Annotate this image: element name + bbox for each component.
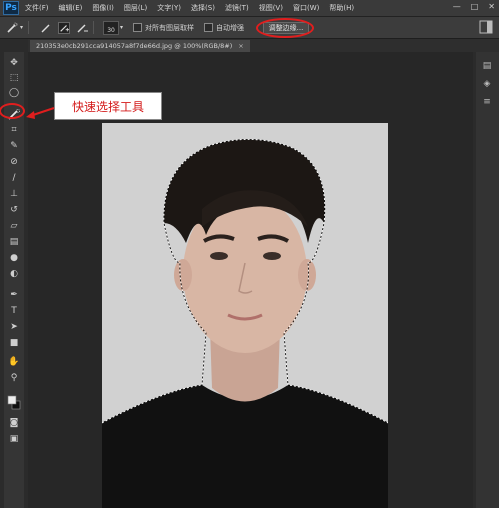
pen-icon[interactable]: ✒: [7, 290, 21, 301]
right-panel-dock: ▤ ◈ ≡: [476, 52, 499, 508]
minimize-button[interactable]: —: [453, 2, 461, 11]
separator: [93, 21, 95, 34]
tools-panel: ✥ ⬚ ◯ ⌗ ✎ ⊘ ∕ ⊥ ↺ ▱ ▤ ● ◐ ✒ T ➤ ■ ✋ ⚲ ◙ …: [4, 52, 24, 508]
menu-view[interactable]: 视图(V): [259, 3, 283, 13]
preset-dropdown-arrow-icon[interactable]: ▾: [20, 24, 23, 31]
crop-icon[interactable]: ⌗: [7, 125, 21, 136]
brush-icon[interactable]: ∕: [7, 173, 21, 184]
eyedropper-icon[interactable]: ✎: [7, 141, 21, 152]
portrait-photo[interactable]: [102, 123, 388, 508]
eraser-icon[interactable]: ▱: [7, 221, 21, 232]
brush-size-picker[interactable]: 30: [103, 20, 120, 35]
restore-button[interactable]: □: [471, 2, 479, 11]
layers-panel-icon[interactable]: ≡: [481, 96, 493, 108]
properties-panel-icon[interactable]: ◈: [481, 78, 493, 90]
gradient-icon[interactable]: ▤: [7, 237, 21, 248]
color-swatches-icon[interactable]: [7, 395, 21, 411]
menu-bar: Ps 文件(F) 编辑(E) 图像(I) 图层(L) 文字(Y) 选择(S) 滤…: [0, 0, 499, 17]
annotation-label: 快速选择工具: [54, 92, 162, 120]
marquee-icon[interactable]: ⬚: [7, 73, 21, 84]
auto-enhance-label: 自动增强: [216, 23, 245, 32]
close-tab-icon[interactable]: ×: [238, 42, 243, 50]
blur-icon[interactable]: ●: [7, 253, 21, 264]
lasso-icon[interactable]: ◯: [7, 88, 21, 99]
type-icon[interactable]: T: [7, 306, 21, 317]
quick-selection-preset-icon[interactable]: [6, 22, 18, 34]
document-tab[interactable]: 210353e0cb291cca914057a8f7de66d.jpg @ 10…: [30, 40, 250, 52]
document-tab-title: 210353e0cb291cca914057a8f7de66d.jpg @ 10…: [36, 42, 233, 50]
auto-enhance-checkbox[interactable]: [204, 23, 214, 32]
menu-layer[interactable]: 图层(L): [124, 3, 147, 13]
menu-filter[interactable]: 滤镜(T): [225, 3, 249, 13]
document-tab-bar: 210353e0cb291cca914057a8f7de66d.jpg @ 10…: [28, 39, 499, 52]
sample-all-layers-checkbox[interactable]: [133, 23, 143, 32]
menu-file[interactable]: 文件(F): [25, 3, 49, 13]
path-selection-icon[interactable]: ➤: [7, 322, 21, 333]
menu-select[interactable]: 选择(S): [191, 3, 215, 13]
rectangle-icon[interactable]: ■: [7, 338, 21, 349]
screen-mode-icon[interactable]: ▣: [7, 434, 21, 445]
portrait-illustration: [102, 139, 388, 508]
history-panel-icon[interactable]: ▤: [481, 60, 493, 72]
hand-icon[interactable]: ✋: [7, 357, 21, 368]
sample-all-layers-label: 对所有图层取样: [145, 23, 195, 32]
workspace-icon[interactable]: [479, 20, 493, 34]
subtract-from-selection-icon[interactable]: [76, 22, 89, 34]
clone-stamp-icon[interactable]: ⊥: [7, 189, 21, 200]
quick-mask-icon[interactable]: ◙: [7, 418, 21, 429]
window-controls: — □ ✕: [453, 2, 495, 11]
menu-edit[interactable]: 编辑(E): [59, 3, 83, 13]
refine-edge-highlight-circle: [256, 18, 314, 38]
brush-dropdown-arrow-icon[interactable]: ▾: [120, 24, 123, 31]
history-brush-icon[interactable]: ↺: [7, 205, 21, 216]
menu-help[interactable]: 帮助(H): [329, 3, 354, 13]
options-bar: ▾ 30 ▾ 对所有图层取样 自动增强: [0, 17, 499, 39]
move-icon[interactable]: ✥: [7, 58, 21, 69]
close-button[interactable]: ✕: [488, 2, 495, 11]
menu-type[interactable]: 文字(Y): [157, 3, 181, 13]
new-selection-icon[interactable]: [40, 22, 52, 34]
quick-selection-highlight-circle: [0, 103, 25, 119]
dodge-icon[interactable]: ◐: [7, 269, 21, 280]
zoom-icon[interactable]: ⚲: [7, 373, 21, 384]
menu-window[interactable]: 窗口(W): [293, 3, 319, 13]
photoshop-logo: Ps: [3, 1, 19, 15]
add-to-selection-icon[interactable]: [58, 21, 71, 34]
separator: [28, 21, 30, 34]
menu-image[interactable]: 图像(I): [92, 3, 114, 13]
healing-icon[interactable]: ⊘: [7, 157, 21, 168]
